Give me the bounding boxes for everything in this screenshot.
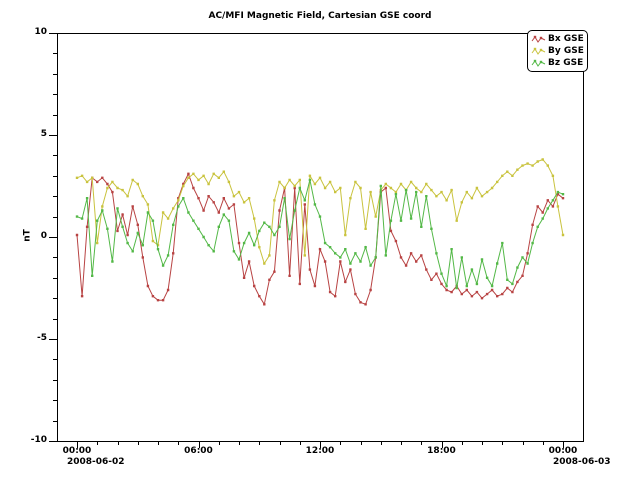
legend-sample-icon: [531, 35, 546, 44]
x-tick-label: 06:00: [177, 446, 221, 456]
start-date-label: 2008-06-02: [67, 457, 125, 467]
y-tick-label: 0: [7, 231, 47, 241]
y-tick-label: -10: [7, 435, 47, 445]
x-tick-label: 18:00: [420, 446, 464, 456]
plot-area: [0, 0, 640, 480]
legend-item: Bx GSE: [531, 33, 584, 45]
legend-label: Bz GSE: [548, 57, 583, 69]
x-tick-label: 00:00: [541, 446, 585, 456]
end-date-label: 2008-06-03: [553, 457, 611, 467]
legend-item: By GSE: [531, 45, 584, 57]
series-markers-bz-gse: [76, 179, 564, 289]
legend-label: Bx GSE: [548, 33, 584, 45]
legend-label: By GSE: [548, 45, 584, 57]
series-line-bz-gse: [77, 180, 563, 288]
legend-sample-icon: [531, 59, 546, 68]
plot-window: AC/MFI Magnetic Field, Cartesian GSE coo…: [0, 0, 640, 480]
legend: Bx GSEBy GSEBz GSE: [527, 30, 588, 72]
y-tick-label: 5: [7, 129, 47, 139]
x-tick-label: 12:00: [298, 446, 342, 456]
legend-sample-icon: [531, 47, 546, 56]
x-tick-label: 00:00: [55, 446, 99, 456]
axis-ticks: [49, 34, 564, 449]
legend-item: Bz GSE: [531, 57, 584, 69]
y-tick-label: 10: [7, 27, 47, 37]
series-line-bx-gse: [77, 174, 563, 304]
y-tick-label: -5: [7, 333, 47, 343]
